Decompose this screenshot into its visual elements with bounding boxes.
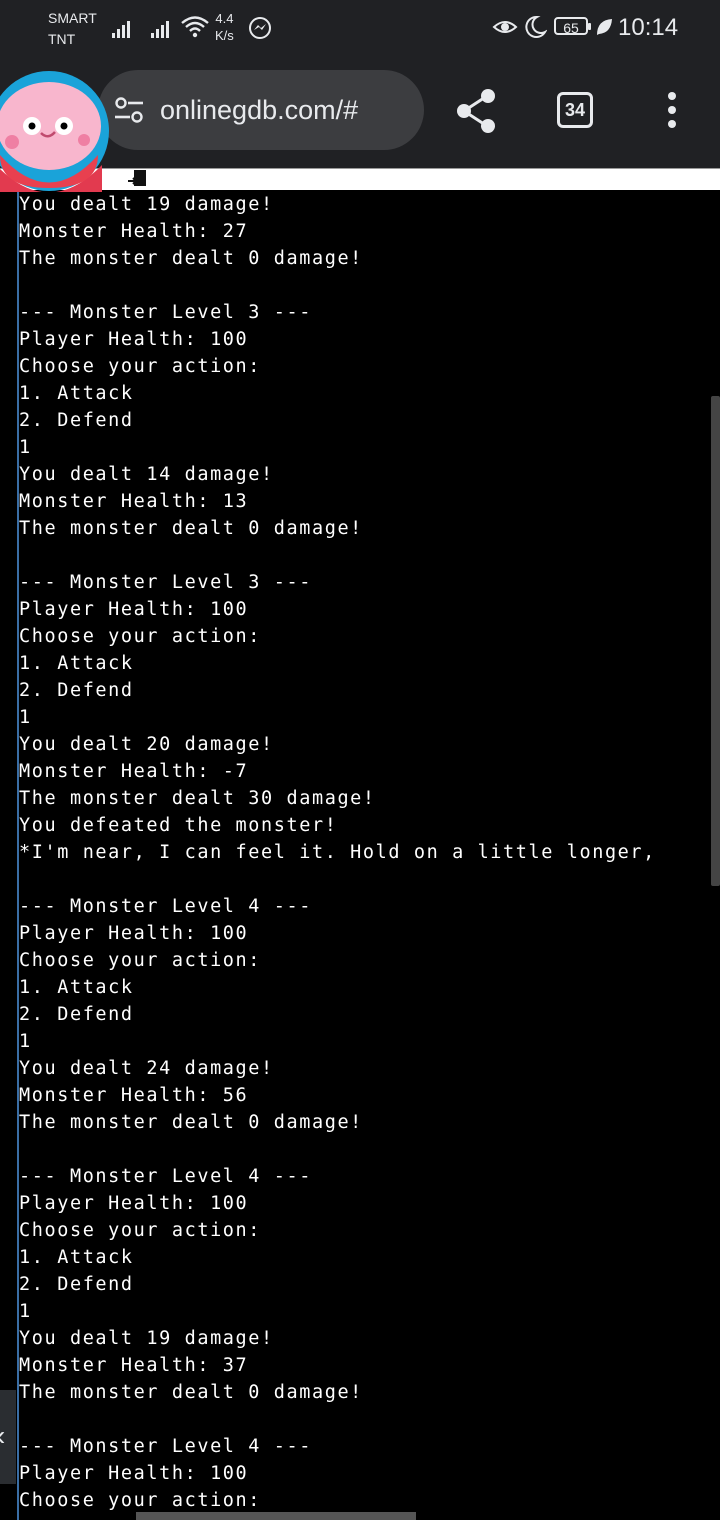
console-line: 2. Defend (19, 1274, 134, 1295)
console-line: 1 (19, 707, 32, 728)
chat-head-avatar[interactable] (0, 70, 110, 192)
console-line: You dealt 24 damage! (19, 1058, 274, 1079)
console-line: You dealt 14 damage! (19, 464, 274, 485)
console-line: --- Monster Level 4 --- (19, 1166, 312, 1187)
console-line: You dealt 19 damage! (19, 1328, 274, 1349)
eye-comfort-icon (492, 21, 518, 33)
speed-value: 4.4 (215, 11, 234, 26)
console-line: The monster dealt 30 damage! (19, 788, 376, 809)
vertical-scrollbar[interactable] (711, 396, 720, 886)
status-bar: SMART TNT 4.4 K/s 65 10:14 (0, 0, 720, 56)
console-line: Player Health: 100 (19, 599, 249, 620)
console-line: 1 (19, 1031, 32, 1052)
messenger-icon (249, 17, 271, 39)
carrier-line-2: TNT (48, 31, 76, 47)
console-line: *I'm near, I can feel it. Hold on a litt… (19, 842, 656, 863)
console-line: Choose your action: (19, 356, 262, 377)
clock: 10:14 (618, 14, 679, 41)
console-line: 1 (19, 1301, 32, 1322)
share-icon[interactable] (455, 88, 497, 134)
console-line: Choose your action: (19, 1220, 262, 1241)
exit-icon[interactable] (128, 169, 150, 189)
console-line: Player Health: 100 (19, 923, 249, 944)
console-line: 1. Attack (19, 383, 134, 404)
console-line: 1 (19, 437, 32, 458)
address-bar[interactable]: onlinegdb.com/# (98, 70, 424, 150)
battery-icon: 65 (554, 17, 591, 36)
console-line: Monster Health: -7 (19, 761, 249, 782)
carrier-line-1: SMART (48, 10, 97, 26)
console-line: 2. Defend (19, 680, 134, 701)
console-line: --- Monster Level 3 --- (19, 302, 312, 323)
network-speed: 4.4 K/s (215, 10, 234, 44)
console-line: 1. Attack (19, 653, 134, 674)
console-line: Monster Health: 27 (19, 221, 249, 242)
console-line: The monster dealt 0 damage! (19, 248, 363, 269)
horizontal-scrollbar[interactable] (136, 1512, 416, 1520)
leaf-icon (597, 19, 612, 35)
console-line: 2. Defend (19, 1004, 134, 1025)
chevron-left-icon: ‹ (0, 1422, 5, 1450)
more-menu-icon[interactable] (666, 92, 678, 132)
carrier-label: SMART TNT (48, 8, 97, 50)
console-line: Monster Health: 56 (19, 1085, 249, 1106)
signal-icon (112, 18, 130, 38)
url-text[interactable]: onlinegdb.com/# (160, 94, 358, 126)
console-line: Choose your action: (19, 950, 262, 971)
console-line: Choose your action: (19, 626, 262, 647)
console-line: Monster Health: 13 (19, 491, 249, 512)
console-line: The monster dealt 0 damage! (19, 518, 363, 539)
tabs-button[interactable]: 34 (557, 92, 593, 128)
wifi-icon (181, 16, 209, 38)
console-line: You dealt 20 damage! (19, 734, 274, 755)
console-line: Monster Health: 37 (19, 1355, 249, 1376)
console-line: 1. Attack (19, 977, 134, 998)
console-line: Player Health: 100 (19, 1193, 249, 1214)
speed-unit: K/s (215, 28, 234, 43)
console-line: 1. Attack (19, 1247, 134, 1268)
console-line: You defeated the monster! (19, 815, 338, 836)
console-line: You dealt 19 damage! (19, 194, 274, 215)
console-line: Choose your action: (19, 1490, 262, 1511)
console-line: Player Health: 100 (19, 329, 249, 350)
console-line: --- Monster Level 4 --- (19, 1436, 312, 1457)
console-line: 2. Defend (19, 410, 134, 431)
console-line: The monster dealt 0 damage! (19, 1382, 363, 1403)
site-settings-icon[interactable] (114, 97, 144, 123)
signal-icon (151, 18, 169, 38)
console-line: Player Health: 100 (19, 1463, 249, 1484)
console-output[interactable]: You dealt 19 damage! Monster Health: 27 Th… (0, 190, 720, 1520)
side-panel-handle[interactable]: ‹ (0, 1390, 16, 1484)
console-line: --- Monster Level 3 --- (19, 572, 312, 593)
console-line: --- Monster Level 4 --- (19, 896, 312, 917)
console-line: The monster dealt 0 damage! (19, 1112, 363, 1133)
moon-icon (525, 15, 547, 38)
